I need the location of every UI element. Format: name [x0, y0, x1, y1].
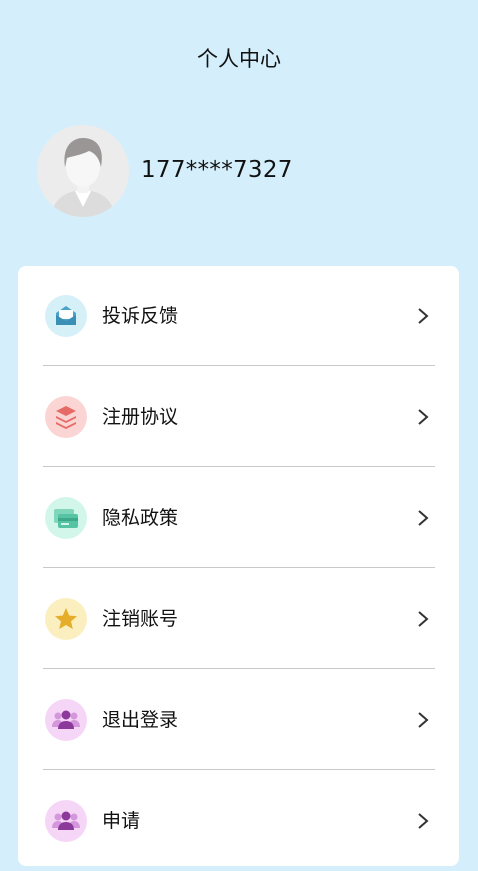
divider — [43, 466, 435, 467]
menu-item-label: 注册协议 — [102, 406, 179, 428]
chevron-right-icon — [417, 711, 429, 729]
chevron-right-icon — [417, 307, 429, 325]
chevron-right-icon — [417, 408, 429, 426]
layers-icon — [45, 396, 87, 438]
menu-item-label: 隐私政策 — [102, 507, 179, 529]
menu-item-label: 投诉反馈 — [102, 305, 179, 327]
divider — [43, 365, 435, 366]
page-title: 个人中心 — [197, 47, 281, 71]
chevron-right-icon — [417, 509, 429, 527]
menu-item-registration-agreement[interactable]: 注册协议 — [43, 367, 435, 467]
menu-item-privacy-policy[interactable]: 隐私政策 — [43, 468, 435, 568]
chevron-right-icon — [417, 812, 429, 830]
menu-item-cancel-account[interactable]: 注销账号 — [43, 569, 435, 669]
divider — [43, 668, 435, 669]
phone-number: 177****7327 — [141, 157, 293, 183]
menu-item-complaint-feedback[interactable]: 投诉反馈 — [43, 266, 435, 366]
star-icon — [45, 598, 87, 640]
divider — [43, 567, 435, 568]
menu-card: 投诉反馈 注册协议 隐私政策 注销账号 退出登录 申请 — [18, 266, 459, 866]
user-avatar-icon — [37, 125, 129, 217]
menu-item-label: 注销账号 — [102, 608, 179, 630]
menu-item-label: 申请 — [102, 810, 141, 832]
envelope-icon — [45, 295, 87, 337]
menu-item-label: 退出登录 — [102, 709, 179, 731]
menu-item-apply[interactable]: 申请 — [43, 771, 435, 871]
divider — [43, 769, 435, 770]
menu-item-logout[interactable]: 退出登录 — [43, 670, 435, 770]
chevron-right-icon — [417, 610, 429, 628]
users-icon — [45, 699, 87, 741]
cards-icon — [45, 497, 87, 539]
users-icon — [45, 800, 87, 842]
avatar[interactable] — [37, 125, 129, 217]
